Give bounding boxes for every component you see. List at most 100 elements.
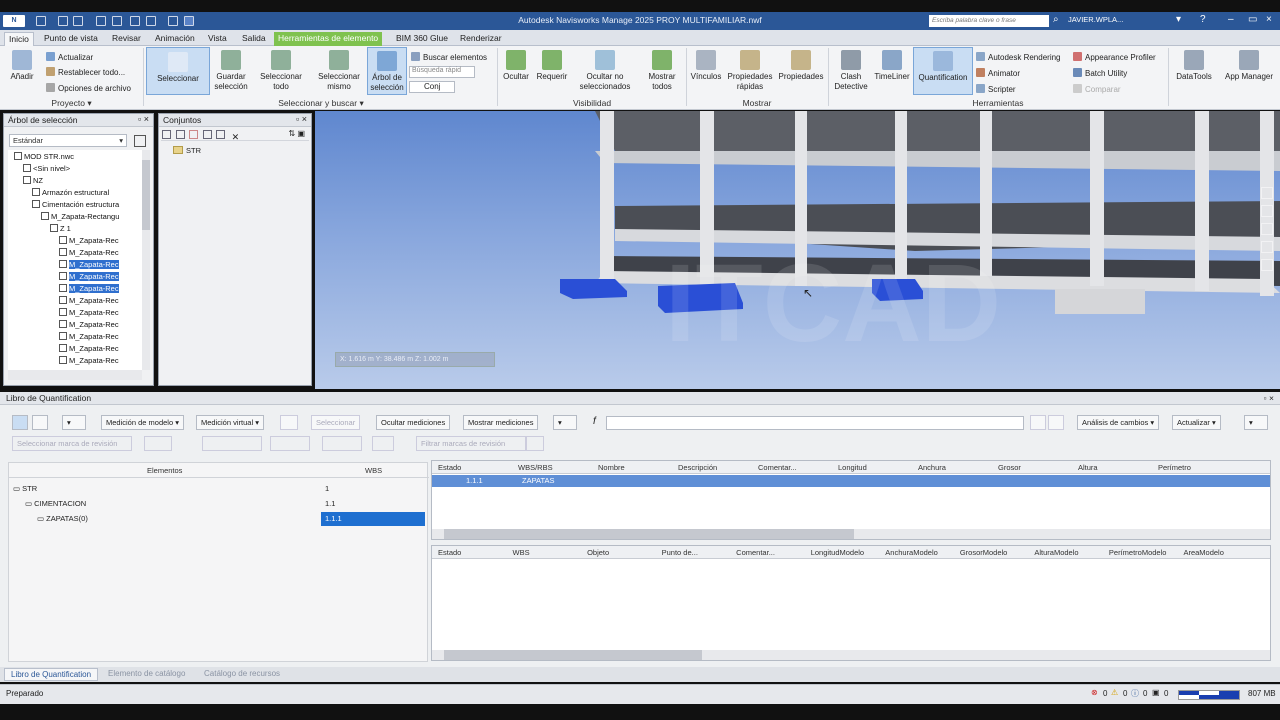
pan-icon[interactable] [1261,205,1273,217]
column-header[interactable]: Punto de... [662,548,698,557]
tab-animacion[interactable]: Animación [151,32,199,46]
selection-tree-button[interactable]: Árbol de selección [367,47,407,95]
tree-item[interactable]: M_Zapata-Rec [59,248,119,260]
navigation-bar[interactable] [1258,181,1276,371]
formula-input[interactable] [606,416,1024,430]
tab-item-catalog[interactable]: Elemento de catálogo [108,669,185,678]
area-tool-icon[interactable] [202,436,262,451]
close-button[interactable]: × [1266,14,1272,25]
erase-tool-icon[interactable] [322,436,362,451]
column-header[interactable]: WBS/RBS [518,463,553,472]
hide-button[interactable]: Ocultar [500,50,532,82]
look-icon[interactable] [1261,259,1273,271]
tree-item[interactable]: Cimentación estructura [32,200,119,212]
update-button[interactable]: Actualizar ▾ [1172,415,1221,430]
batch-utility-button[interactable]: Batch Utility [1073,68,1127,78]
help-icon[interactable]: ? [1200,14,1206,25]
save-selection-button[interactable]: Guardar selección [212,50,250,92]
tab-bim360[interactable]: BIM 360 Glue [392,32,452,46]
show-all-button[interactable]: Mostrar todos [644,50,680,92]
comment-icon[interactable] [216,130,226,139]
export-dropdown-icon[interactable]: ▾ [553,415,577,430]
column-header[interactable]: AreaModelo [1183,548,1223,557]
tab-renderizar[interactable]: Renderizar [456,32,506,46]
export-icon[interactable]: ▾ [1244,415,1268,430]
orbit-icon[interactable] [1261,241,1273,253]
appearance-profiler-button[interactable]: Appearance Profiler [1073,52,1156,62]
tree-item[interactable]: Armazón estructural [32,188,109,200]
model-takeoff-button[interactable]: Medición de modelo ▾ [101,415,184,430]
column-header[interactable]: AlturaModelo [1034,548,1078,557]
error-icon[interactable]: ⊗ [1091,688,1098,697]
tree-item[interactable]: M_Zapata-Rec [59,308,119,320]
3d-viewport[interactable]: ITCAD ↖ X: 1.616 m Y: 38.486 m Z: 1.002 … [315,111,1280,389]
steering-wheel-icon[interactable] [1261,187,1273,199]
select-tool-icon[interactable] [12,415,28,430]
tree-item[interactable]: <Sin nivel> [23,164,70,176]
save-selection-icon[interactable] [175,130,185,139]
table-row[interactable]: 1.1.1 ZAPATAS [432,475,1270,487]
resources-grid[interactable]: Estado WBS Objeto Punto de... Comentar... Lon… [431,545,1271,661]
close-icon[interactable]: ▫ × [296,114,307,124]
markup-tool-icon[interactable] [144,436,172,451]
tree-mode-dropdown[interactable]: Estándar ▾ [9,134,127,147]
tree-item[interactable]: M_Zapata-Rec [59,272,119,284]
tree-list[interactable]: MOD STR.nwc <Sin nivel> NZ Armazón estructu… [8,150,142,370]
tree-row[interactable]: ▭ ZAPATAS(0) 1.1.1 [9,512,427,526]
tree-row[interactable]: ▭ CIMENTACION 1.1 [9,497,427,511]
user-account[interactable]: JAVIER.WPLA... [1068,15,1123,24]
tree-item[interactable]: M_Zapata-Rectangu [41,212,119,224]
filter-icon[interactable] [526,436,544,451]
tree-row[interactable]: ▭ STR 1 [9,482,427,496]
horizontal-scrollbar[interactable] [432,529,1270,539]
tree-item[interactable]: M_Zapata-Rec [59,260,119,272]
search-icon[interactable]: ⌕ [1053,14,1059,25]
warning-icon[interactable]: ⚠ [1111,688,1118,697]
column-header[interactable]: Anchura [918,463,946,472]
column-header[interactable]: Comentar... [758,463,797,472]
links-button[interactable]: Vínculos [688,50,724,82]
tab-punto-de-vista[interactable]: Punto de vista [40,32,102,46]
tree-item[interactable]: M_Zapata-Rec [59,356,119,368]
items-grid[interactable]: Estado WBS/RBS Nombre Descripción Comentar..… [431,460,1271,540]
column-header[interactable]: PerímetroModelo [1109,548,1167,557]
delete-icon[interactable]: ✕ [232,132,240,143]
tab-vista[interactable]: Vista [204,32,231,46]
view-dropdown-icon[interactable]: ▾ [62,415,86,430]
select-markup-button[interactable]: Seleccionar marca de revisión [12,436,132,451]
search-input[interactable]: Escriba palabra clave o frase [929,15,1049,27]
close-icon[interactable]: ▫ × [1264,393,1274,403]
select-button[interactable]: Seleccionar [311,415,361,430]
hide-unselected-button[interactable]: Ocultar no seleccionados [570,50,640,92]
tab-resource-catalog[interactable]: Catálogo de recursos [204,669,280,678]
tree-item[interactable]: M_Zapata-Rec [59,296,119,308]
paste-icon[interactable] [280,415,298,430]
require-button[interactable]: Requerir [534,50,570,82]
datatools-button[interactable]: DataTools [1172,50,1216,82]
change-analysis-button[interactable]: Análisis de cambios ▾ [1077,415,1160,430]
minimize-button[interactable]: – [1228,14,1234,25]
reset-all-button[interactable]: Restablecer todo... [46,67,125,77]
settings-icon[interactable] [372,436,394,451]
edit-tool-icon[interactable] [32,415,48,430]
clash-detective-button[interactable]: Clash Detective [830,50,872,92]
duplicate-icon[interactable] [202,130,212,139]
file-options-button[interactable]: Opciones de archivo [46,83,131,93]
show-takeoffs-button[interactable]: Mostrar mediciones [463,415,539,430]
cart-icon[interactable]: ▾ [1176,14,1181,25]
tree-item[interactable]: M_Zapata-Rec [59,332,119,344]
sort-icon[interactable]: ⇅ ▣ [289,129,305,138]
tab-revisar[interactable]: Revisar [108,32,145,46]
quick-find-input[interactable]: Búsqueda rápid [409,66,475,78]
tree-item[interactable]: Z 1 [50,224,71,236]
animator-button[interactable]: Animator [976,68,1020,78]
column-header[interactable]: Estado [438,463,461,472]
update-button[interactable]: Actualizar [46,52,93,62]
select-button[interactable]: Seleccionar [146,47,210,95]
message-icon[interactable]: ▣ [1152,688,1160,697]
zoom-icon[interactable] [1261,223,1273,235]
tree-item[interactable]: NZ [23,176,43,188]
tab-quantification-workbook[interactable]: Libro de Quantification [4,668,99,681]
tree-options-icon[interactable] [134,135,146,147]
select-same-button[interactable]: Seleccionar mismo [314,50,364,92]
